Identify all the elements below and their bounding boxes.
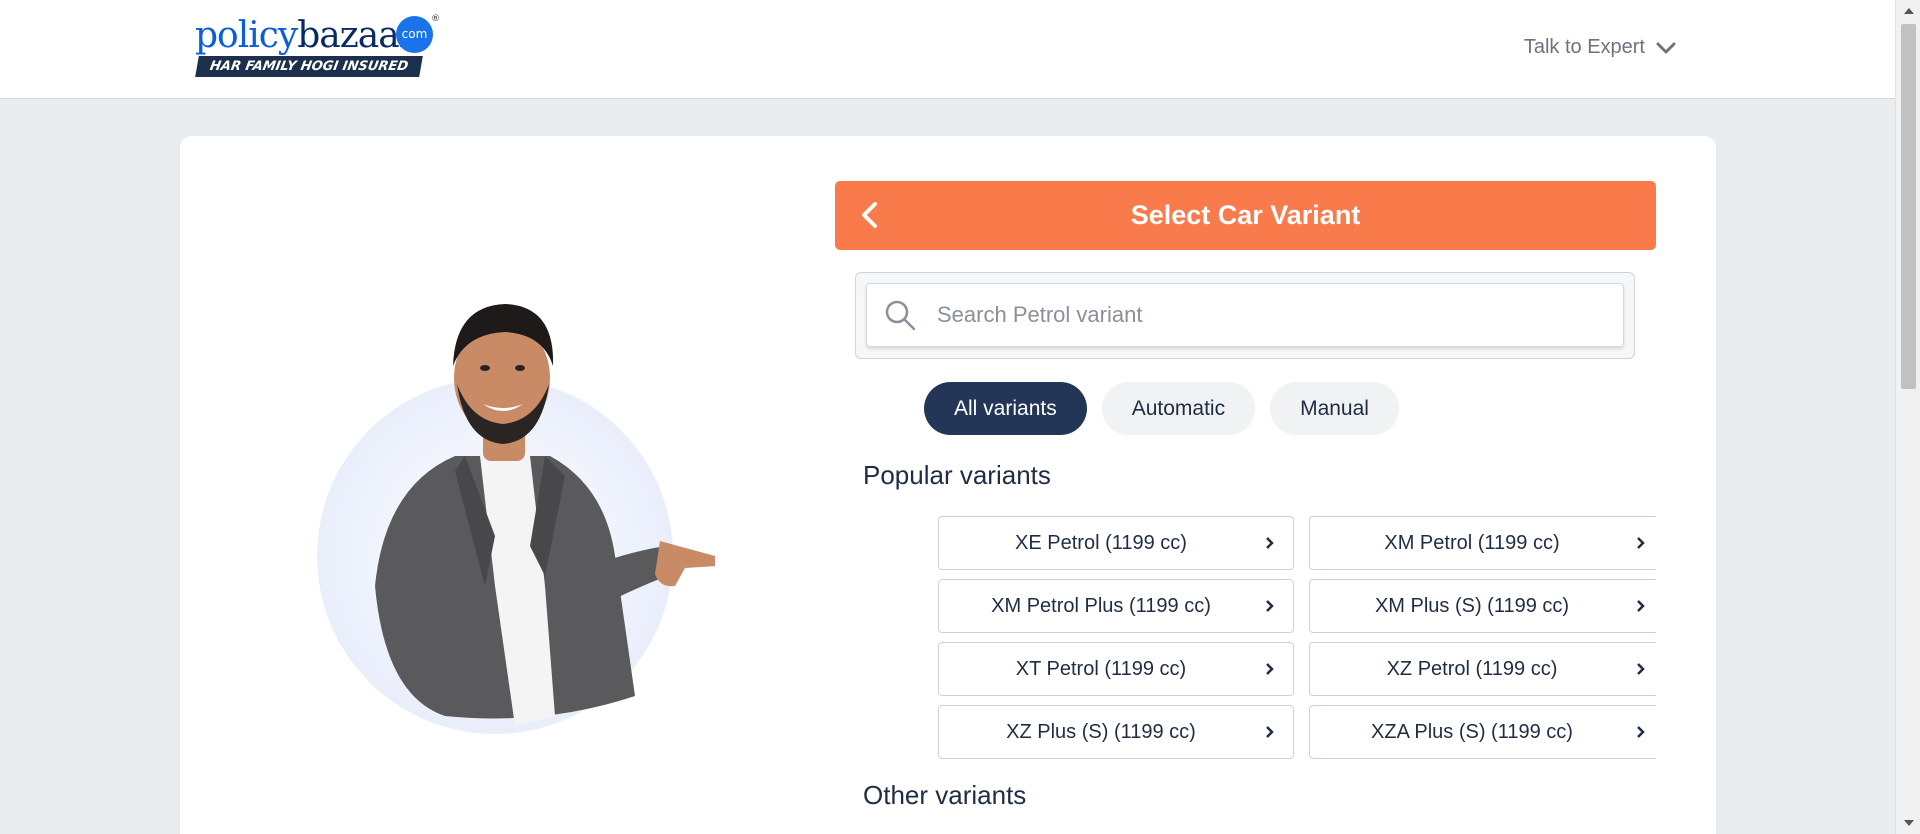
search-variant-input[interactable]	[937, 302, 1587, 328]
chevron-right-icon	[1266, 663, 1274, 675]
variant-option[interactable]: XE Petrol (1199 cc)	[938, 516, 1294, 570]
scroll-down-arrow-icon[interactable]	[1904, 820, 1914, 826]
popular-variants-heading: Popular variants	[863, 460, 1051, 490]
variant-label: XM Petrol (1199 cc)	[1384, 532, 1560, 554]
chevron-right-icon	[1637, 600, 1645, 612]
variant-label: XE Petrol (1199 cc)	[1015, 532, 1187, 554]
talk-to-expert-label: Talk to Expert	[1523, 36, 1645, 58]
popular-variants-grid: XE Petrol (1199 cc) XM Petrol (1199 cc) …	[938, 516, 1656, 760]
chevron-right-icon	[1266, 726, 1274, 738]
variant-option[interactable]: XM Petrol (1199 cc)	[1309, 516, 1656, 570]
search-icon	[885, 300, 916, 331]
select-variant-header: Select Car Variant	[835, 181, 1656, 250]
variant-option[interactable]: XM Petrol Plus (1199 cc)	[938, 579, 1294, 633]
variant-label: XZ Petrol (1199 cc)	[1386, 658, 1558, 680]
variant-filter-tabs: All variants Automatic Manual	[924, 382, 1399, 435]
variant-option[interactable]: XZ Petrol (1199 cc)	[1309, 642, 1656, 696]
policybazaar-logo[interactable]: policybazaar com ® HAR FAMILY HOGI INSUR…	[195, 14, 440, 80]
search-box	[866, 283, 1624, 347]
tab-automatic[interactable]: Automatic	[1101, 382, 1256, 435]
variant-option[interactable]: XZA Plus (S) (1199 cc)	[1309, 705, 1656, 759]
talk-to-expert-dropdown[interactable]: Talk to Expert	[1524, 36, 1677, 59]
logo-tagline: HAR FAMILY HOGI INSURED	[195, 56, 423, 77]
panel-title: Select Car Variant	[1130, 200, 1361, 230]
variant-option[interactable]: XT Petrol (1199 cc)	[938, 642, 1294, 696]
scroll-thumb[interactable]	[1901, 24, 1916, 389]
search-container	[855, 272, 1635, 359]
header: policybazaar com ® HAR FAMILY HOGI INSUR…	[0, 0, 1895, 99]
logo-part1: policy	[195, 15, 298, 56]
variant-label: XM Plus (S) (1199 cc)	[1374, 595, 1570, 617]
vertical-scrollbar[interactable]	[1895, 0, 1920, 834]
chevron-down-icon	[1656, 42, 1676, 53]
chevron-right-icon	[1637, 663, 1645, 675]
chevron-right-icon	[1637, 537, 1645, 549]
chevron-right-icon	[1637, 726, 1645, 738]
variant-option[interactable]: XZ Plus (S) (1199 cc)	[938, 705, 1294, 759]
variant-label: XZ Plus (S) (1199 cc)	[1006, 721, 1196, 743]
logo-registered-mark: ®	[431, 14, 440, 24]
variant-label: XT Petrol (1199 cc)	[1015, 658, 1187, 680]
chevron-right-icon	[1266, 600, 1274, 612]
logo-wordmark: policybazaar	[195, 14, 416, 58]
brand-ambassador-illustration	[317, 304, 715, 734]
chevron-right-icon	[1266, 537, 1274, 549]
variant-label: XM Petrol Plus (1199 cc)	[991, 595, 1211, 617]
logo-com-badge: com	[396, 16, 433, 53]
variant-option[interactable]: XM Plus (S) (1199 cc)	[1309, 579, 1656, 633]
tab-manual[interactable]: Manual	[1270, 382, 1399, 435]
tab-all-variants[interactable]: All variants	[924, 382, 1087, 435]
scroll-up-arrow-icon[interactable]	[1904, 8, 1914, 14]
other-variants-heading: Other variants	[863, 780, 1027, 810]
variant-label: XZA Plus (S) (1199 cc)	[1371, 721, 1573, 743]
